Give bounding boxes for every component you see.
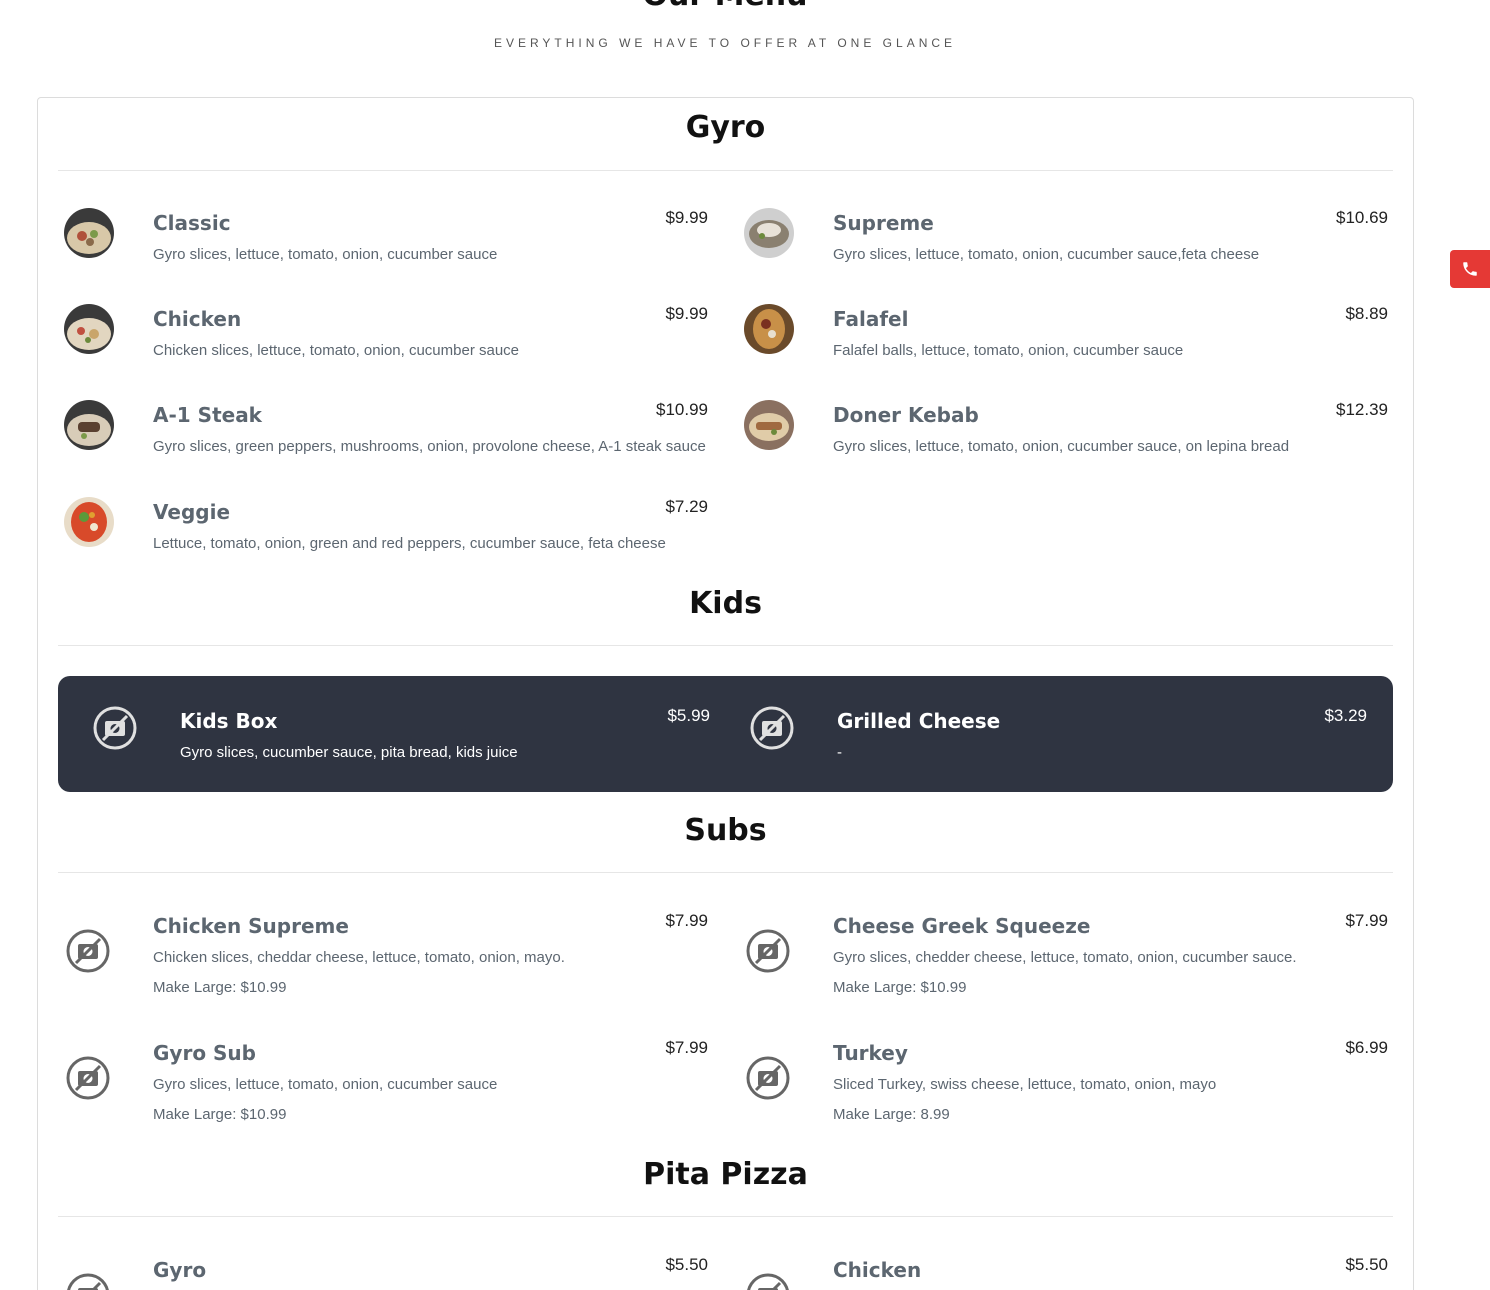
item-upsize: Make Large: 8.99 xyxy=(833,1106,950,1123)
item-name: Falafel xyxy=(833,307,909,331)
item-name: A-1 Steak xyxy=(153,403,262,427)
item-description: Lettuce, tomato, onion, green and red pe… xyxy=(153,535,666,552)
section-title-subs: Subs xyxy=(684,813,767,848)
item-upsize: Make Large: $10.99 xyxy=(153,1106,287,1123)
item-price: $5.50 xyxy=(1345,1255,1388,1274)
item-description: Sliced Turkey, swiss cheese, lettuce, to… xyxy=(833,1076,1217,1093)
section-title-pita-pizza: Pita Pizza xyxy=(643,1157,808,1192)
phone-icon xyxy=(1463,262,1477,276)
item-price: $7.99 xyxy=(1345,911,1388,930)
item-price: $7.99 xyxy=(665,911,708,930)
item-photo xyxy=(744,304,794,354)
item-price: $10.99 xyxy=(656,400,708,419)
item-upsize: Make Large: $10.99 xyxy=(833,979,967,996)
section-title-gyro: Gyro xyxy=(685,110,766,145)
item-price: $10.69 xyxy=(1336,208,1388,227)
menu-card: Gyro Classic $9.99 Gyro slices, lettuce,… xyxy=(37,97,1414,1290)
no-image-icon xyxy=(746,929,790,973)
item-description: - xyxy=(837,744,842,761)
page-title: Our Menu xyxy=(0,0,1450,13)
section-divider xyxy=(58,872,1393,873)
item-price: $7.29 xyxy=(665,497,708,516)
item-name: Cheese Greek Squeeze xyxy=(833,914,1091,938)
item-photo xyxy=(744,208,794,258)
item-price: $6.99 xyxy=(1345,1038,1388,1057)
section-title-kids: Kids xyxy=(689,586,762,621)
item-name: Chicken xyxy=(153,307,242,331)
call-button[interactable] xyxy=(1450,250,1490,288)
item-name: Turkey xyxy=(833,1041,908,1065)
item-price: $5.99 xyxy=(667,706,710,725)
item-description: Gyro slices, chedder cheese, lettuce, to… xyxy=(833,949,1297,966)
item-photo xyxy=(64,208,114,258)
page-subtitle: EVERYTHING WE HAVE TO OFFER AT ONE GLANC… xyxy=(493,36,957,50)
item-description: Chicken slices, lettuce, tomato, onion, … xyxy=(153,342,520,359)
item-description: Gyro slices, cucumber sauce, pita bread,… xyxy=(180,744,518,761)
no-image-icon xyxy=(66,929,110,973)
item-price: $12.39 xyxy=(1336,400,1388,419)
item-price: $8.89 xyxy=(1345,304,1388,323)
item-name: Gyro Sub xyxy=(153,1041,256,1065)
item-description: Gyro slices, lettuce, tomato, onion, cuc… xyxy=(833,438,1290,455)
no-image-icon xyxy=(67,1273,109,1290)
section-divider xyxy=(58,645,1393,646)
no-image-icon xyxy=(93,706,137,750)
item-name: Kids Box xyxy=(180,709,278,733)
item-description: Chicken slices, cheddar cheese, lettuce,… xyxy=(153,949,565,966)
item-description: Gyro slices, lettuce, tomato, onion, cuc… xyxy=(153,246,498,263)
no-image-icon xyxy=(66,1056,110,1100)
item-name: Classic xyxy=(153,211,231,235)
item-name: Gyro xyxy=(153,1258,207,1282)
item-name: Supreme xyxy=(833,211,934,235)
item-description: Gyro slices, green peppers, mushrooms, o… xyxy=(153,438,706,455)
item-price: $9.99 xyxy=(665,208,708,227)
section-divider xyxy=(58,1216,1393,1217)
item-price: $7.99 xyxy=(665,1038,708,1057)
item-photo xyxy=(64,400,114,450)
item-name: Doner Kebab xyxy=(833,403,979,427)
section-divider xyxy=(58,170,1393,171)
item-price: $9.99 xyxy=(665,304,708,323)
item-name: Chicken Supreme xyxy=(153,914,349,938)
item-description: Gyro slices, lettuce, tomato, onion, cuc… xyxy=(153,1076,498,1093)
item-price: $5.50 xyxy=(665,1255,708,1274)
item-description: Gyro slices, lettuce, tomato, onion, cuc… xyxy=(833,246,1260,263)
item-photo xyxy=(64,304,114,354)
item-name: Grilled Cheese xyxy=(837,709,1001,733)
item-name: Chicken xyxy=(833,1258,922,1282)
item-name: Veggie xyxy=(153,500,231,524)
item-photo xyxy=(64,497,114,547)
kids-band: Kids Box $5.99 Gyro slices, cucumber sau… xyxy=(58,676,1393,792)
item-description: Falafel balls, lettuce, tomato, onion, c… xyxy=(833,342,1184,359)
no-image-icon xyxy=(750,706,794,750)
no-image-icon xyxy=(747,1273,789,1290)
item-photo xyxy=(744,400,794,450)
item-upsize: Make Large: $10.99 xyxy=(153,979,287,996)
item-price: $3.29 xyxy=(1324,706,1367,725)
no-image-icon xyxy=(746,1056,790,1100)
